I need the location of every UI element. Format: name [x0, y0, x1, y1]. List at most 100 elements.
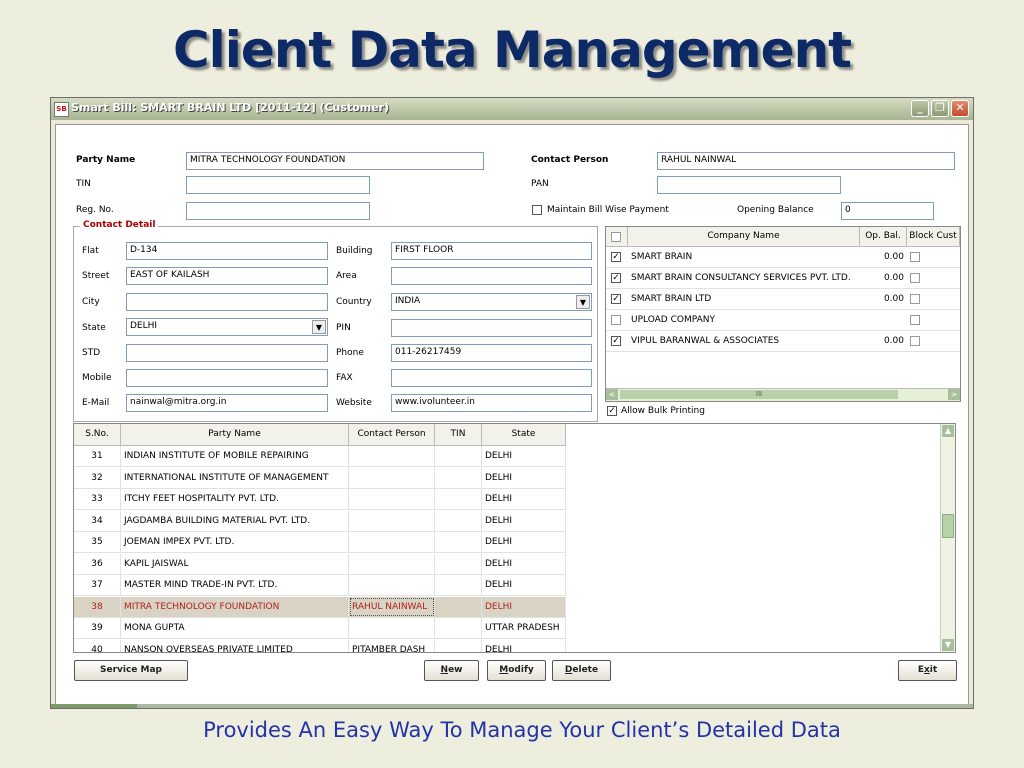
company-row[interactable]: UPLOAD COMPANY: [606, 310, 960, 331]
city-field[interactable]: [126, 293, 328, 311]
restore-button[interactable]: ❐: [931, 100, 949, 117]
table-row[interactable]: 40 NANSON OVERSEAS PRIVATE LIMITED PITAMBE…: [74, 639, 566, 652]
delete-button[interactable]: Delete: [552, 660, 611, 681]
delete-label-rest: elete: [572, 665, 599, 675]
party-name-header[interactable]: Party Name: [121, 424, 349, 446]
opening-balance-field[interactable]: 0: [841, 202, 934, 220]
state-header[interactable]: State: [482, 424, 566, 446]
tin-header[interactable]: TIN: [435, 424, 482, 446]
company-select-checkbox[interactable]: [611, 315, 621, 325]
state-cell: DELHI: [482, 575, 566, 595]
window-titlebar[interactable]: SB Smart Bill: SMART BRAIN LTD [2011-12]…: [51, 98, 973, 120]
company-row[interactable]: ✓ SMART BRAIN 0.00: [606, 247, 960, 268]
scroll-down-icon[interactable]: ▼: [942, 639, 954, 651]
sno-header[interactable]: S.No.: [74, 424, 121, 446]
chevron-down-icon[interactable]: ▼: [576, 295, 590, 309]
new-button[interactable]: New: [424, 660, 479, 681]
company-select-checkbox[interactable]: ✓: [611, 336, 621, 346]
party-name-cell: INDIAN INSTITUTE OF MOBILE REPAIRING: [121, 446, 349, 466]
table-row[interactable]: 34 JAGDAMBA BUILDING MATERIAL PVT. LTD. DE…: [74, 510, 566, 532]
table-row[interactable]: 33 ITCHY FEET HOSPITALITY PVT. LTD. DELHI: [74, 489, 566, 510]
phone-label: Phone: [336, 348, 364, 358]
company-select-checkbox[interactable]: ✓: [611, 273, 621, 283]
app-icon: SB: [54, 102, 69, 117]
table-row[interactable]: 31 INDIAN INSTITUTE OF MOBILE REPAIRING DE…: [74, 446, 566, 467]
reg-no-label: Reg. No.: [76, 205, 114, 215]
scroll-left-icon[interactable]: <: [606, 389, 618, 400]
company-row[interactable]: ✓ SMART BRAIN CONSULTANCY SERVICES PVT. L…: [606, 268, 960, 289]
table-row[interactable]: 37 MASTER MIND TRADE-IN PVT. LTD. DELHI: [74, 575, 566, 596]
table-row[interactable]: 36 KAPIL JAISWAL DELHI: [74, 553, 566, 575]
scroll-right-icon[interactable]: >: [948, 389, 960, 400]
pan-field[interactable]: [657, 176, 841, 194]
country-select[interactable]: INDIA ▼: [391, 293, 592, 311]
maintain-bill-checkbox[interactable]: [532, 205, 542, 215]
party-name-cell: JAGDAMBA BUILDING MATERIAL PVT. LTD.: [121, 510, 349, 531]
country-label: Country: [336, 297, 372, 307]
std-field[interactable]: [126, 344, 328, 362]
contact-person-cell: [349, 618, 435, 638]
table-row[interactable]: 35 JOEMAN IMPEX PVT. LTD. DELHI: [74, 532, 566, 553]
contact-person-header[interactable]: Contact Person: [349, 424, 435, 446]
block-cust-checkbox[interactable]: [910, 294, 920, 304]
select-all-checkbox[interactable]: [611, 232, 621, 242]
company-row[interactable]: ✓ SMART BRAIN LTD 0.00: [606, 289, 960, 310]
op-bal-header[interactable]: Op. Bal.: [860, 227, 907, 247]
exit-button[interactable]: Exit: [898, 660, 957, 681]
contact-person-field[interactable]: RAHUL NAINWAL: [657, 152, 955, 170]
block-cust-checkbox[interactable]: [910, 336, 920, 346]
new-label-rest: ew: [448, 665, 463, 675]
sno-cell: 37: [74, 575, 121, 595]
table-row[interactable]: 32 INTERNATIONAL INSTITUTE OF MANAGEMENT D…: [74, 467, 566, 489]
party-name-cell: ITCHY FEET HOSPITALITY PVT. LTD.: [121, 489, 349, 509]
company-select-checkbox[interactable]: ✓: [611, 294, 621, 304]
table-row[interactable]: 39 MONA GUPTA UTTAR PRADESH: [74, 618, 566, 639]
pin-field[interactable]: [391, 319, 592, 337]
company-select-checkbox[interactable]: ✓: [611, 252, 621, 262]
modify-button[interactable]: Modify: [487, 660, 546, 681]
party-vscrollbar[interactable]: ▲ ▼: [940, 424, 955, 652]
scroll-up-icon[interactable]: ▲: [942, 425, 954, 437]
service-map-button[interactable]: Service Map: [74, 660, 188, 681]
allow-bulk-checkbox[interactable]: ✓: [607, 406, 617, 416]
select-all-header[interactable]: [606, 227, 628, 247]
website-field[interactable]: www.ivolunteer.in: [391, 394, 592, 412]
minimize-button[interactable]: _: [911, 100, 929, 117]
company-hscrollbar[interactable]: < III >: [606, 388, 960, 401]
block-cust-checkbox[interactable]: [910, 273, 920, 283]
block-cust-checkbox[interactable]: [910, 252, 920, 262]
window-title: Smart Bill: SMART BRAIN LTD [2011-12] (C…: [71, 101, 390, 114]
block-cust-header[interactable]: Block Cust: [907, 227, 960, 247]
party-name-cell: JOEMAN IMPEX PVT. LTD.: [121, 532, 349, 552]
party-name-field[interactable]: MITRA TECHNOLOGY FOUNDATION: [186, 152, 484, 170]
tin-cell: [435, 446, 482, 466]
area-field[interactable]: [391, 267, 592, 285]
street-field[interactable]: EAST OF KAILASH: [126, 267, 328, 285]
scroll-thumb[interactable]: [942, 514, 954, 538]
block-cust-checkbox[interactable]: [910, 315, 920, 325]
email-field[interactable]: nainwal@mitra.org.in: [126, 394, 328, 412]
party-table: S.No. Party Name Contact Person TIN Stat…: [73, 423, 956, 653]
tin-cell: [435, 489, 482, 509]
company-row[interactable]: ✓ VIPUL BARANWAL & ASSOCIATES 0.00: [606, 331, 960, 352]
close-button[interactable]: ✕: [951, 100, 969, 117]
building-field[interactable]: FIRST FLOOR: [391, 242, 592, 260]
slide-title: Client Data Management: [172, 21, 852, 79]
phone-field[interactable]: 011-26217459: [391, 344, 592, 362]
op-bal-cell: 0.00: [883, 294, 904, 304]
mobile-field[interactable]: [126, 369, 328, 387]
company-name-header[interactable]: Company Name: [628, 227, 860, 247]
state-value: DELHI: [130, 321, 158, 331]
contact-detail-legend: Contact Detail: [80, 220, 159, 230]
tin-cell: [435, 467, 482, 488]
table-row[interactable]: 38 MITRA TECHNOLOGY FOUNDATION RAHUL NAINW…: [74, 596, 566, 618]
scroll-thumb[interactable]: III: [620, 390, 898, 399]
tin-field[interactable]: [186, 176, 370, 194]
flat-field[interactable]: D-134: [126, 242, 328, 260]
fax-field[interactable]: [391, 369, 592, 387]
reg-no-field[interactable]: [186, 202, 370, 220]
building-label: Building: [336, 246, 373, 256]
chevron-down-icon[interactable]: ▼: [312, 320, 326, 334]
state-select[interactable]: DELHI ▼: [126, 318, 328, 336]
mobile-label: Mobile: [82, 373, 112, 383]
